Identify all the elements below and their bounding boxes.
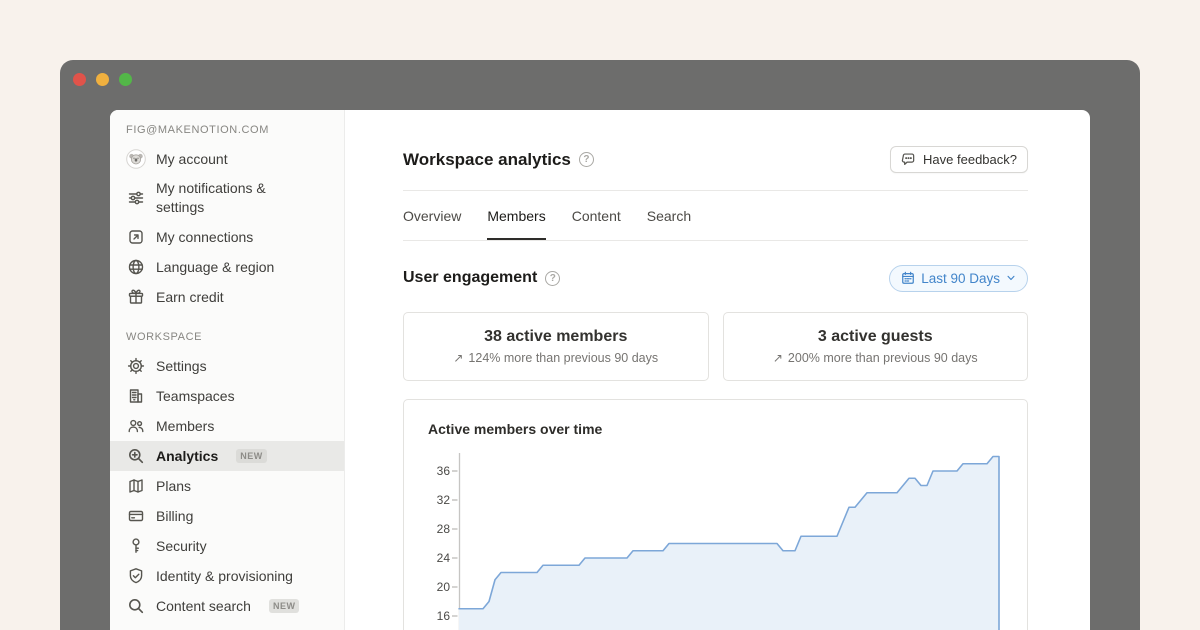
sidebar-item-label: Identity & provisioning [156,567,293,586]
svg-text:28: 28 [437,522,451,536]
stat-delta: ↗ 200% more than previous 90 days [773,351,978,365]
tab-content[interactable]: Content [572,191,621,240]
close-window-button[interactable] [73,73,86,86]
zoom-window-button[interactable] [119,73,132,86]
stat-value: 3 active guests [818,328,933,346]
sidebar-item-label: Billing [156,507,193,526]
building-icon [126,386,146,406]
sidebar-item-label: Teamspaces [156,387,235,406]
gift-icon [126,287,146,307]
tab-members[interactable]: Members [487,191,545,240]
help-icon[interactable]: ? [545,271,560,286]
svg-text:20: 20 [437,580,451,594]
new-badge: NEW [269,599,300,613]
map-icon [126,476,146,496]
sidebar-item-label: My connections [156,228,253,247]
svg-text:32: 32 [437,493,451,507]
sidebar-item-label: Analytics [156,447,218,466]
calendar-icon [901,271,915,285]
sidebar-item-settings[interactable]: Settings [110,351,344,381]
sidebar-item-plans[interactable]: Plans [110,471,344,501]
analytics-tabs: Overview Members Content Search [403,191,1028,241]
account-email-heading: FIG@MAKENOTION.COM [110,124,344,136]
workspace-section-heading: WORKSPACE [110,331,344,343]
window-controls [73,73,132,86]
sidebar-item-teamspaces[interactable]: Teamspaces [110,381,344,411]
tab-search[interactable]: Search [647,191,691,240]
help-icon[interactable]: ? [579,152,594,167]
active-members-stat-card: 38 active members ↗ 124% more than previ… [403,312,709,381]
settings-modal: FIG@MAKENOTION.COM My account [110,110,1090,630]
svg-text:24: 24 [437,551,451,565]
search-icon [126,596,146,616]
svg-text:16: 16 [437,609,451,623]
sidebar-item-content-search[interactable]: Content search NEW [110,591,344,621]
page-title: Workspace analytics [403,150,571,170]
sidebar-item-billing[interactable]: Billing [110,501,344,531]
key-icon [126,536,146,556]
sidebar-item-earn-credit[interactable]: Earn credit [110,282,344,312]
arrow-up-right-box-icon [126,227,146,247]
analytics-main-content: Workspace analytics ? Have feedback? [345,110,1090,630]
sidebar-item-security[interactable]: Security [110,531,344,561]
chevron-down-icon [1006,273,1016,283]
tab-overview[interactable]: Overview [403,191,461,240]
sidebar-item-my-connections[interactable]: My connections [110,222,344,252]
avatar-icon [126,149,146,169]
chat-bubble-icon [901,152,916,167]
sidebar-item-label: My account [156,150,228,169]
sidebar-item-label: Settings [156,357,207,376]
members-chart: 36 32 28 24 20 16 [404,400,1028,630]
sidebar-item-language-region[interactable]: Language & region [110,252,344,282]
trend-up-icon: ↗ [453,351,463,365]
sidebar-item-label: Language & region [156,258,274,277]
new-badge: NEW [236,449,267,463]
app-window: FIG@MAKENOTION.COM My account [60,60,1140,630]
shield-check-icon [126,566,146,586]
active-members-chart-card: Active members over time 363228242016 [403,399,1028,630]
trend-up-icon: ↗ [773,351,783,365]
sliders-icon [126,188,146,208]
minimize-window-button[interactable] [96,73,109,86]
have-feedback-label: Have feedback? [923,152,1017,167]
sidebar-item-analytics[interactable]: Analytics NEW [110,441,344,471]
globe-icon [126,257,146,277]
svg-text:36: 36 [437,464,451,478]
credit-card-icon [126,506,146,526]
sidebar-item-my-account[interactable]: My account [110,144,344,174]
settings-sidebar: FIG@MAKENOTION.COM My account [110,110,345,630]
sidebar-item-label: Content search [156,597,251,616]
sidebar-item-members[interactable]: Members [110,411,344,441]
sidebar-item-my-notifications-settings[interactable]: My notifications & settings [110,174,344,222]
date-range-label: Last 90 Days [921,271,1000,286]
sidebar-item-label: Plans [156,477,191,496]
stat-value: 38 active members [484,328,627,346]
sidebar-item-label: Earn credit [156,288,224,307]
sidebar-item-identity-provisioning[interactable]: Identity & provisioning [110,561,344,591]
have-feedback-button[interactable]: Have feedback? [890,146,1028,173]
sidebar-item-label: Security [156,537,207,556]
sidebar-item-label: Members [156,417,214,436]
gear-icon [126,356,146,376]
people-icon [126,416,146,436]
date-range-dropdown[interactable]: Last 90 Days [889,265,1028,292]
user-engagement-title: User engagement [403,269,537,287]
active-guests-stat-card: 3 active guests ↗ 200% more than previou… [723,312,1029,381]
zoom-in-icon [126,446,146,466]
stat-delta: ↗ 124% more than previous 90 days [453,351,658,365]
sidebar-item-label: My notifications & settings [156,179,314,217]
